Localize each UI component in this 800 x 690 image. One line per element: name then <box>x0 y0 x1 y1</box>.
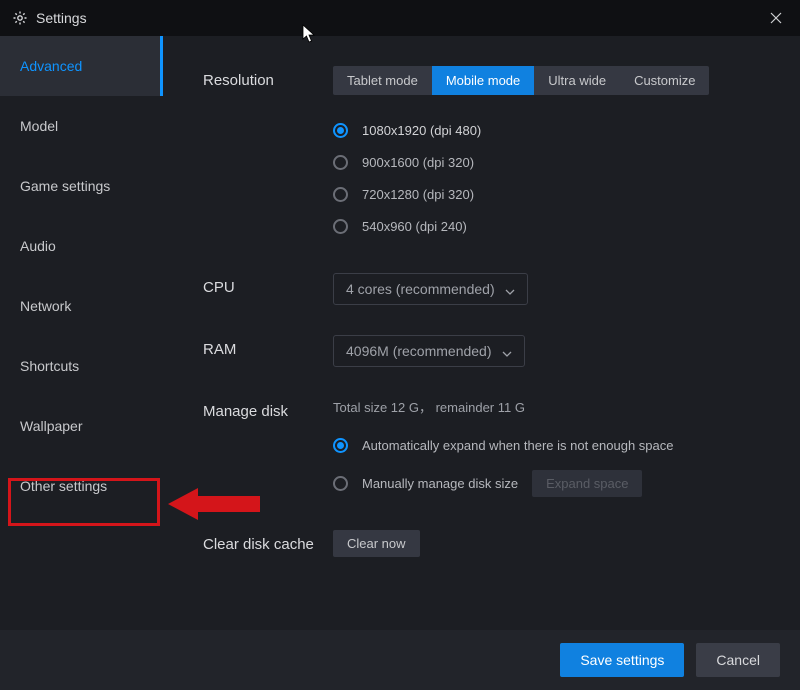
resolution-radio[interactable] <box>333 187 348 202</box>
resolution-option: 900x1600 (dpi 320) <box>333 147 760 177</box>
sidebar-item-shortcuts[interactable]: Shortcuts <box>0 336 163 396</box>
resolution-radio-label: 540x960 (dpi 240) <box>362 219 467 234</box>
resolution-option: 540x960 (dpi 240) <box>333 211 760 241</box>
gear-icon <box>12 10 28 26</box>
ram-value: 4096M (recommended) <box>346 343 492 359</box>
tab-ultra-wide[interactable]: Ultra wide <box>534 66 620 95</box>
sidebar-item-label: Game settings <box>20 178 110 194</box>
sidebar-item-game-settings[interactable]: Game settings <box>0 156 163 216</box>
resolution-options: 1080x1920 (dpi 480) 900x1600 (dpi 320) 720… <box>333 115 760 241</box>
sidebar-item-wallpaper[interactable]: Wallpaper <box>0 396 163 456</box>
clear-cache-label: Clear disk cache <box>203 530 333 557</box>
resolution-option: 1080x1920 (dpi 480) <box>333 115 760 145</box>
resolution-radio-label: 720x1280 (dpi 320) <box>362 187 474 202</box>
resolution-radio[interactable] <box>333 123 348 138</box>
footer: Save settings Cancel <box>0 630 800 690</box>
sidebar-item-model[interactable]: Model <box>0 96 163 156</box>
disk-manual-radio[interactable] <box>333 476 348 491</box>
resolution-radio[interactable] <box>333 155 348 170</box>
sidebar-item-label: Wallpaper <box>20 418 83 434</box>
content: Advanced Model Game settings Audio Network Sh… <box>0 36 800 630</box>
close-button[interactable] <box>752 0 800 36</box>
tab-customize[interactable]: Customize <box>620 66 709 95</box>
main-panel: Resolution Tablet modeMobile modeUltra w… <box>163 36 800 630</box>
tab-tablet-mode[interactable]: Tablet mode <box>333 66 432 95</box>
resolution-radio-label: 900x1600 (dpi 320) <box>362 155 474 170</box>
ram-select[interactable]: 4096M (recommended) <box>333 335 525 367</box>
disk-info: Total size 12 G， remainder 11 G <box>333 397 760 416</box>
resolution-radio[interactable] <box>333 219 348 234</box>
sidebar-item-label: Model <box>20 118 58 134</box>
sidebar-item-other-settings[interactable]: Other settings <box>0 456 163 516</box>
tab-mobile-mode[interactable]: Mobile mode <box>432 66 534 95</box>
sidebar-item-advanced[interactable]: Advanced <box>0 36 163 96</box>
sidebar-item-label: Network <box>20 298 71 314</box>
clear-now-button[interactable]: Clear now <box>333 530 420 557</box>
resolution-tabs: Tablet modeMobile modeUltra wideCustomiz… <box>333 66 709 95</box>
disk-auto-label: Automatically expand when there is not e… <box>362 438 673 453</box>
sidebar: Advanced Model Game settings Audio Network Sh… <box>0 36 163 630</box>
disk-auto-radio[interactable] <box>333 438 348 453</box>
resolution-label: Resolution <box>203 66 333 243</box>
sidebar-item-audio[interactable]: Audio <box>0 216 163 276</box>
cpu-value: 4 cores (recommended) <box>346 281 495 297</box>
cancel-button[interactable]: Cancel <box>696 643 780 677</box>
expand-space-button: Expand space <box>532 470 642 497</box>
chevron-down-icon <box>505 284 515 294</box>
resolution-radio-label: 1080x1920 (dpi 480) <box>362 123 481 138</box>
cpu-select[interactable]: 4 cores (recommended) <box>333 273 528 305</box>
sidebar-item-label: Advanced <box>20 58 82 74</box>
sidebar-item-label: Other settings <box>20 478 107 494</box>
titlebar: Settings <box>0 0 800 36</box>
sidebar-item-label: Shortcuts <box>20 358 79 374</box>
chevron-down-icon <box>502 346 512 356</box>
ram-label: RAM <box>203 335 333 367</box>
cpu-label: CPU <box>203 273 333 305</box>
sidebar-item-network[interactable]: Network <box>0 276 163 336</box>
save-button[interactable]: Save settings <box>560 643 684 677</box>
manage-disk-label: Manage disk <box>203 397 333 500</box>
resolution-option: 720x1280 (dpi 320) <box>333 179 760 209</box>
sidebar-item-label: Audio <box>20 238 56 254</box>
disk-manual-label: Manually manage disk size <box>362 476 518 491</box>
window-title: Settings <box>36 10 87 26</box>
